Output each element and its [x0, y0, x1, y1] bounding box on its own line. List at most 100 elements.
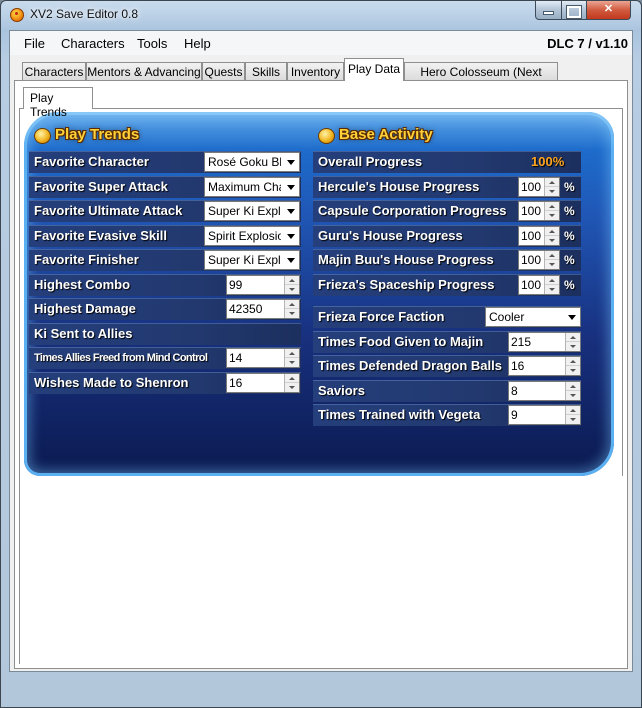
spin-up-icon[interactable]	[545, 178, 559, 187]
spin-down-icon[interactable]	[285, 309, 299, 318]
favorite-ultimate-attack-select[interactable]: Super Ki Explos	[204, 201, 300, 221]
dragon-ball-icon	[10, 8, 24, 22]
spin-up-icon[interactable]	[545, 202, 559, 211]
favorite-super-attack-select[interactable]: Maximum Charg	[204, 177, 300, 197]
title-bar[interactable]: XV2 Save Editor 0.8 ✕	[1, 1, 641, 29]
spin-down-icon[interactable]	[566, 415, 580, 424]
spinner[interactable]	[565, 406, 580, 424]
tab-play-data[interactable]: Play Data	[344, 58, 404, 81]
spin-up-icon[interactable]	[285, 300, 299, 309]
highest-combo-input[interactable]: 99	[226, 275, 300, 295]
favorite-evasive-skill-select[interactable]: Spirit Explosion	[204, 226, 300, 246]
spin-down-icon[interactable]	[285, 358, 299, 367]
spin-up-icon[interactable]	[566, 382, 580, 391]
spinner[interactable]	[284, 374, 299, 392]
main-tabs: Characters Mentors & Advancing Quests Sk…	[10, 55, 632, 93]
spin-up-icon[interactable]	[566, 406, 580, 415]
close-button[interactable]: ✕	[586, 1, 631, 20]
spinner[interactable]	[565, 357, 580, 375]
subtab-play-trends[interactable]: Play Trends	[23, 87, 93, 119]
menu-help[interactable]: Help	[184, 36, 211, 51]
times-allies-freed-label: Times Allies Freed from Mind Control	[34, 352, 208, 364]
food-given-value: 215	[511, 335, 532, 349]
tab-inventory[interactable]: Inventory	[287, 62, 344, 80]
favorite-evasive-skill-row: Favorite Evasive Skill Spirit Explosion	[29, 225, 301, 247]
chevron-down-icon[interactable]	[563, 308, 580, 326]
tab-mentors-advancing[interactable]: Mentors & Advancing	[86, 62, 202, 80]
saviors-input[interactable]: 8	[508, 381, 581, 401]
spin-down-icon[interactable]	[545, 211, 559, 220]
spin-down-icon[interactable]	[545, 187, 559, 196]
spinner[interactable]	[565, 333, 580, 351]
favorite-ultimate-attack-row: Favorite Ultimate Attack Super Ki Explos	[29, 200, 301, 222]
tab-hero-colosseum[interactable]: Hero Colosseum (Next update)	[404, 62, 558, 93]
tab-characters[interactable]: Characters	[22, 62, 86, 80]
highest-damage-input[interactable]: 42350	[226, 299, 300, 319]
spin-down-icon[interactable]	[566, 366, 580, 375]
wishes-made-input[interactable]: 16	[226, 373, 300, 393]
guru-progress-label: Guru's House Progress	[318, 228, 463, 243]
favorite-character-select[interactable]: Rosé Goku Bla	[204, 152, 300, 172]
minimize-button[interactable]	[535, 1, 562, 20]
favorite-ultimate-attack-value: Super Ki Explos	[208, 204, 281, 218]
menu-bar: File Characters Tools Help DLC 7 / v1.10	[10, 31, 632, 55]
spin-up-icon[interactable]	[566, 357, 580, 366]
chevron-down-icon[interactable]	[282, 202, 299, 220]
spin-up-icon[interactable]	[545, 276, 559, 285]
capsule-corp-progress-input[interactable]: 100	[518, 201, 560, 221]
spinner[interactable]	[565, 382, 580, 400]
chevron-down-icon[interactable]	[282, 178, 299, 196]
hercule-progress-input[interactable]: 100	[518, 177, 560, 197]
majin-buu-progress-input[interactable]: 100	[518, 250, 560, 270]
spin-down-icon[interactable]	[545, 285, 559, 294]
menu-characters[interactable]: Characters	[61, 36, 125, 51]
overall-progress-label: Overall Progress	[318, 154, 423, 169]
trained-vegeta-input[interactable]: 9	[508, 405, 581, 425]
chevron-down-icon[interactable]	[282, 227, 299, 245]
maximize-button[interactable]	[561, 1, 587, 20]
spin-down-icon[interactable]	[285, 285, 299, 294]
tab-quests[interactable]: Quests	[202, 62, 245, 80]
spinner[interactable]	[284, 300, 299, 318]
spinner[interactable]	[544, 227, 559, 245]
food-given-input[interactable]: 215	[508, 332, 581, 352]
dragon-balls-value: 16	[511, 359, 525, 373]
dragon-balls-row: Times Defended Dragon Balls 16	[313, 355, 581, 377]
spin-down-icon[interactable]	[285, 383, 299, 392]
spin-up-icon[interactable]	[566, 333, 580, 342]
dragon-balls-input[interactable]: 16	[508, 356, 581, 376]
spinner[interactable]	[544, 251, 559, 269]
frieza-force-select[interactable]: Cooler	[485, 307, 581, 327]
spinner[interactable]	[284, 349, 299, 367]
spin-down-icon[interactable]	[545, 236, 559, 245]
spinner[interactable]	[544, 202, 559, 220]
times-allies-freed-input[interactable]: 14	[226, 348, 300, 368]
spin-up-icon[interactable]	[545, 251, 559, 260]
majin-buu-progress-value: 100	[521, 253, 542, 267]
spinner[interactable]	[544, 178, 559, 196]
spin-up-icon[interactable]	[545, 227, 559, 236]
menu-file[interactable]: File	[24, 36, 45, 51]
spinner[interactable]	[284, 276, 299, 294]
spin-down-icon[interactable]	[566, 342, 580, 351]
ki-sent-label: Ki Sent to Allies	[34, 326, 133, 341]
favorite-evasive-skill-label: Favorite Evasive Skill	[34, 228, 167, 243]
spinner[interactable]	[544, 276, 559, 294]
spin-down-icon[interactable]	[566, 391, 580, 400]
spin-up-icon[interactable]	[285, 349, 299, 358]
chevron-down-icon[interactable]	[282, 153, 299, 171]
favorite-evasive-skill-value: Spirit Explosion	[208, 229, 281, 243]
menu-tools[interactable]: Tools	[137, 36, 167, 51]
favorite-character-label: Favorite Character	[34, 154, 149, 169]
favorite-ultimate-attack-label: Favorite Ultimate Attack	[34, 203, 183, 218]
favorite-finisher-select[interactable]: Super Ki Explos	[204, 250, 300, 270]
spin-down-icon[interactable]	[545, 260, 559, 269]
spin-up-icon[interactable]	[285, 276, 299, 285]
spin-up-icon[interactable]	[285, 374, 299, 383]
frieza-ship-progress-input[interactable]: 100	[518, 275, 560, 295]
tab-skills[interactable]: Skills	[245, 62, 287, 80]
guru-progress-input[interactable]: 100	[518, 226, 560, 246]
app-window: XV2 Save Editor 0.8 ✕ File Characters To…	[0, 0, 642, 708]
frieza-force-value: Cooler	[489, 310, 525, 324]
chevron-down-icon[interactable]	[282, 251, 299, 269]
